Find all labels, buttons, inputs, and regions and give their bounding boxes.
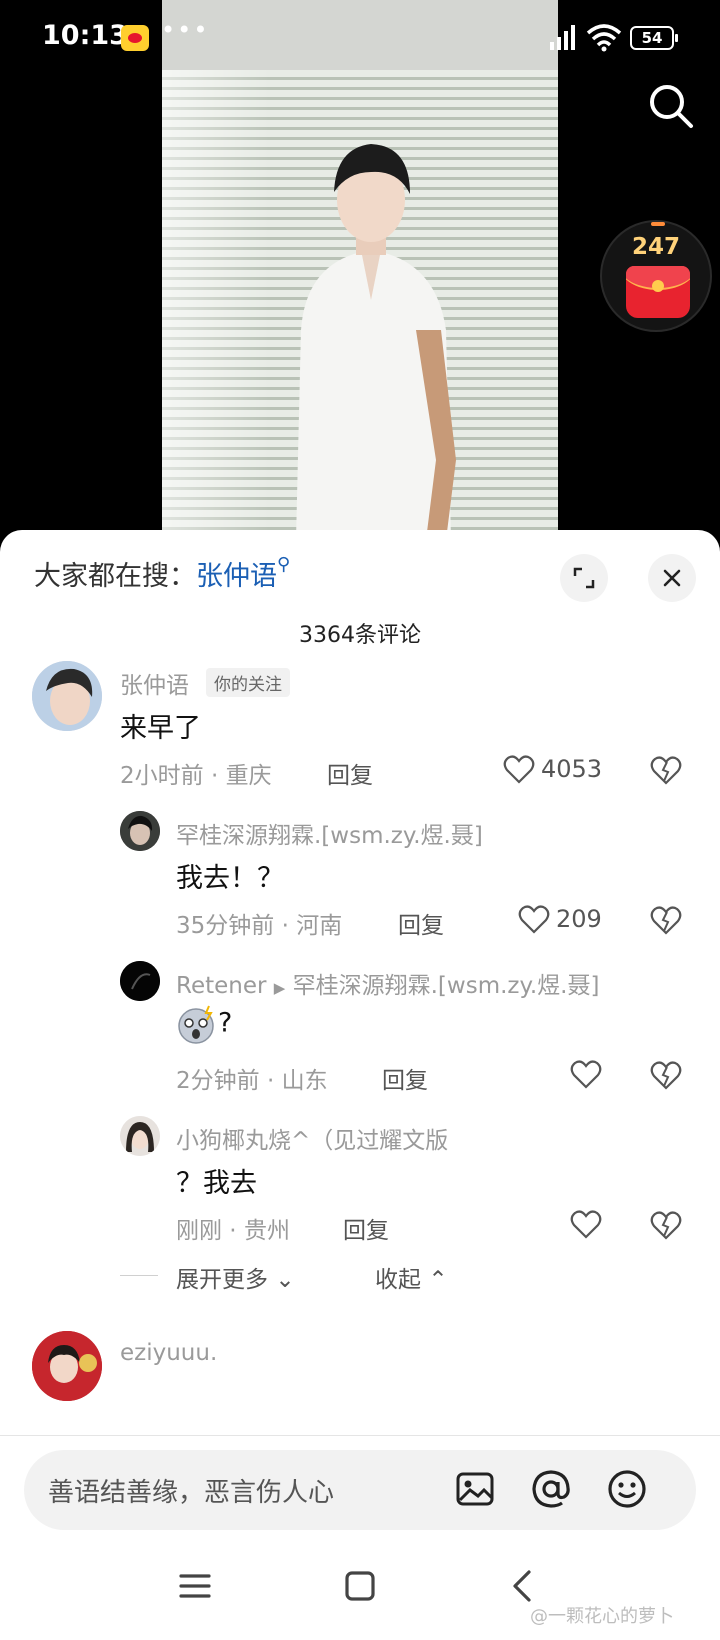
reply-target[interactable]: 罕桂深源翔霖.[wsm.zy.煜.聂] [293,973,600,999]
signal-icon [550,25,575,50]
reply-text-content: ? [218,1007,233,1039]
reply-location: 河南 [296,913,343,939]
wifi-icon [586,24,622,52]
reply-text: ? [176,1004,232,1044]
heart-icon [570,1060,602,1089]
chevron-down-icon: ⌄ [275,1267,295,1293]
expand-icon [573,567,595,589]
reply-button[interactable]: 回复 [327,756,373,790]
trending-label: 大家都在搜： [34,561,196,592]
status-time: 10:13 [42,20,128,51]
reply-username[interactable]: 罕桂深源翔霖.[wsm.zy.煜.聂] [176,816,483,850]
comment-location: 重庆 [225,763,272,789]
reply-author[interactable]: Retener [176,973,266,999]
reply-text: 我去！？ [176,863,284,894]
expand-button[interactable] [560,554,608,602]
like-count: 209 [556,905,602,933]
reply-text: ？我去 [176,1168,257,1199]
reply-time: 35分钟前 [176,913,275,939]
heart-icon [503,755,535,784]
like-button[interactable]: 4053 [503,754,602,784]
reply-button[interactable]: 回复 [343,1211,389,1245]
expand-more-button[interactable]: 展开更多 ⌄ [176,1260,295,1294]
search-icon[interactable] [645,80,697,132]
red-packet-widget[interactable]: 247 [600,220,712,332]
comment-text: 来早了 [120,713,201,744]
reply-time: 2分钟前 [176,1068,260,1094]
image-icon[interactable] [454,1468,496,1510]
trending-keyword[interactable]: 张仲语 [196,561,277,592]
dislike-icon[interactable] [650,905,682,935]
like-button[interactable] [570,1209,608,1239]
system-nav-bar: @一颗花心的萝卜 [0,1530,720,1640]
input-divider [0,1435,720,1436]
collapse-label: 收起 [375,1267,421,1293]
reply-time: 刚刚 [176,1218,222,1244]
avatar[interactable] [32,661,102,731]
comment-input-placeholder: 善语结善缘，恶言伤人心 [48,1478,335,1508]
avatar[interactable] [120,961,160,1001]
watermark: @一颗花心的萝卜 [530,1606,674,1627]
reply-arrow-icon: ▶ [273,979,286,997]
like-count: 4053 [541,755,603,783]
comment-count: 3364条评论 [299,623,421,648]
reply-meta: 刚刚 · 贵州 [176,1218,290,1244]
video-light [162,70,272,540]
comment-username[interactable]: 张仲语 [120,666,189,700]
home-icon[interactable] [342,1568,378,1604]
status-bar: 10:13 ••• 54 [0,0,720,76]
reply-username[interactable]: 小狗椰丸烧^（见过耀文版 [176,1121,448,1155]
dislike-icon[interactable] [650,1210,682,1240]
reply-meta: 35分钟前 · 河南 [176,913,343,939]
avatar-image [120,1116,160,1156]
comment-sheet: 大家都在搜：张仲语⚲ 3364条评论 张仲语 你的关注 来早了 2小时前 · 重… [0,530,720,1640]
like-button[interactable]: 209 [518,904,602,934]
avatar[interactable] [32,1331,102,1401]
avatar-image [32,1331,102,1401]
collapse-button[interactable]: 收起 ⌃ [375,1260,448,1294]
like-button[interactable] [570,1059,608,1089]
comment-meta: 2小时前 · 重庆 [120,763,272,789]
more-notifications-icon: ••• [161,16,210,44]
red-envelope-icon [626,266,690,318]
expand-divider [120,1275,158,1276]
avatar-image [120,961,160,1001]
avatar-image [32,661,102,731]
comment-input[interactable]: 善语结善缘，恶言伤人心 [24,1450,696,1530]
avatar[interactable] [120,1116,160,1156]
red-packet-progress [651,222,665,226]
reply-username: Retener ▶ 罕桂深源翔霖.[wsm.zy.煜.聂] [176,966,599,1000]
video-person [296,144,456,540]
heart-icon [570,1210,602,1239]
heart-icon [518,905,550,934]
close-button[interactable] [648,554,696,602]
back-icon[interactable] [505,1568,541,1604]
mention-icon[interactable] [530,1468,572,1510]
menu-icon[interactable] [177,1568,213,1604]
avatar-image [120,811,160,851]
chevron-up-icon: ⌃ [428,1267,448,1293]
battery-icon: 54 [630,26,678,50]
avatar[interactable] [120,811,160,851]
reply-button[interactable]: 回复 [398,906,444,940]
follow-tag: 你的关注 [206,668,290,697]
emoji-icon[interactable] [606,1468,648,1510]
search-small-icon: ⚲ [277,554,291,575]
reply-button[interactable]: 回复 [382,1061,428,1095]
trending-search[interactable]: 大家都在搜：张仲语⚲ [34,554,290,593]
close-icon [663,569,681,587]
reply-location: 山东 [281,1068,328,1094]
video-player[interactable] [162,0,558,540]
weibo-app-icon [121,25,149,51]
reply-meta: 2分钟前 · 山东 [176,1068,328,1094]
red-packet-count: 247 [631,234,680,260]
reply-location: 贵州 [243,1218,290,1244]
comment-username[interactable]: eziyuuu. [120,1340,217,1366]
dislike-icon[interactable] [650,755,682,785]
comment-time: 2小时前 [120,763,204,789]
expand-more-label: 展开更多 [176,1267,268,1293]
dislike-icon[interactable] [650,1060,682,1090]
shocked-emoji-icon [178,1005,214,1044]
